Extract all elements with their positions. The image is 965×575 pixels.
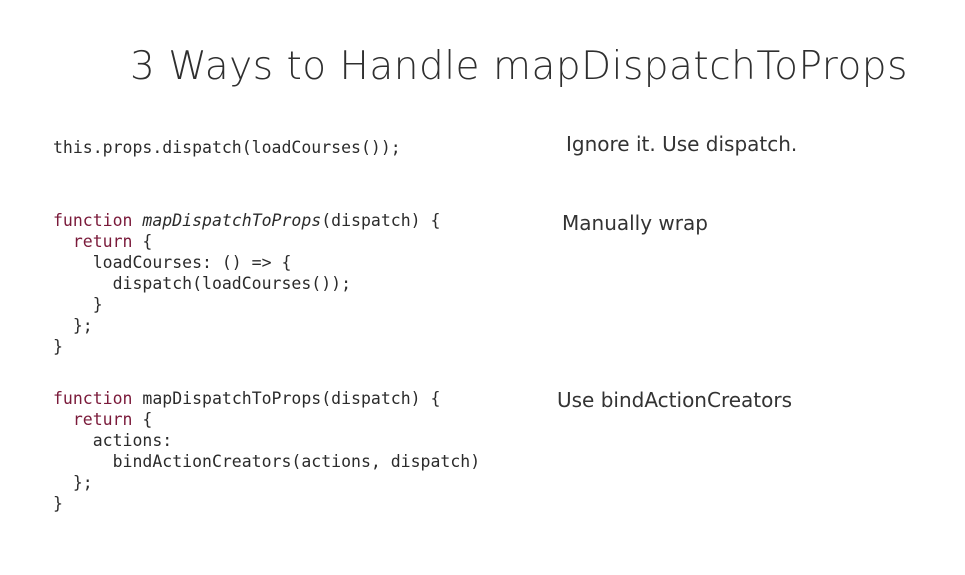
- slide-title: 3 Ways to Handle mapDispatchToProps: [130, 44, 908, 89]
- function-signature: mapDispatchToProps(dispatch) {: [132, 389, 441, 408]
- code-body: loadCourses: () => { dispatch(loadCourse…: [53, 253, 352, 356]
- code-body: actions: bindActionCreators(actions, dis…: [53, 431, 481, 513]
- return-brace: {: [132, 232, 153, 251]
- code-bind-action-creators: function mapDispatchToProps(dispatch) { …: [53, 388, 480, 514]
- function-name: mapDispatchToProps: [142, 211, 322, 230]
- return-indent: [53, 410, 73, 429]
- code-dispatch-line: this.props.dispatch(loadCourses());: [53, 138, 401, 157]
- keyword-return: return: [72, 232, 133, 251]
- return-indent: [53, 232, 73, 251]
- label-ignore-it: Ignore it. Use dispatch.: [566, 132, 798, 156]
- keyword-return: return: [72, 410, 133, 429]
- code-dispatch-call: this.props.dispatch(loadCourses());: [53, 137, 401, 158]
- keyword-function: function: [53, 389, 133, 408]
- return-brace: {: [132, 410, 153, 429]
- function-signature: (dispatch) {: [321, 211, 441, 230]
- label-use-bind-action-creators: Use bindActionCreators: [557, 388, 793, 412]
- code-manual-wrap: function mapDispatchToProps(dispatch) { …: [53, 210, 440, 357]
- label-manually-wrap: Manually wrap: [562, 211, 708, 235]
- keyword-function: function: [53, 211, 133, 230]
